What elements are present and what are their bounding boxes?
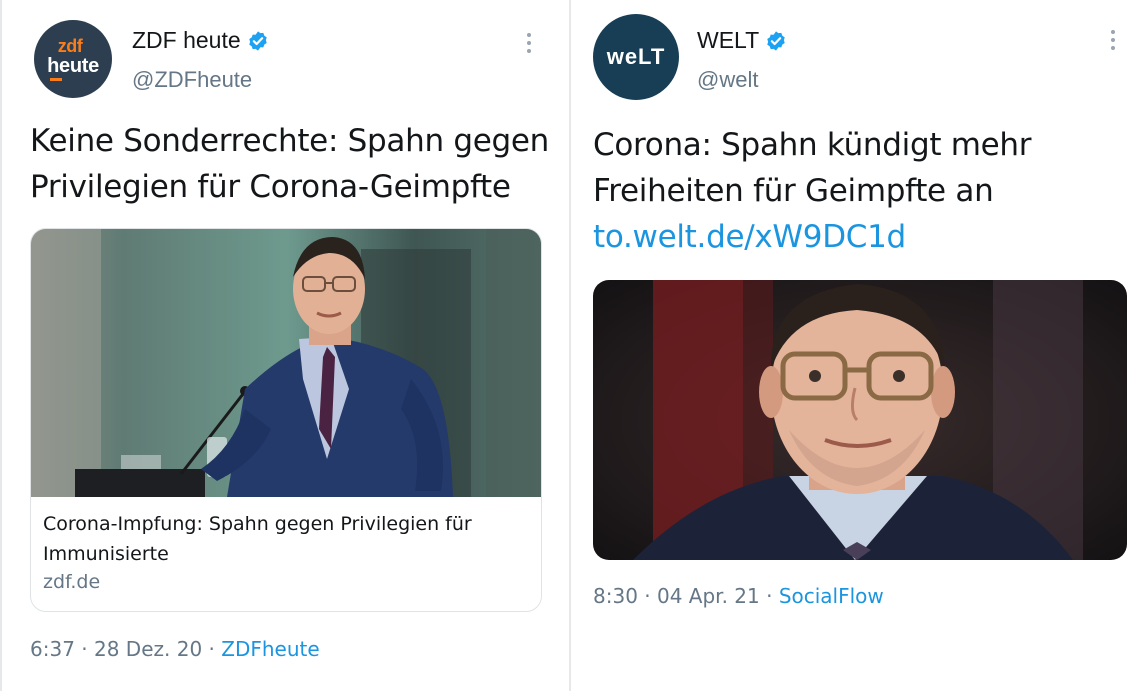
more-vertical-icon[interactable] xyxy=(526,33,532,53)
meta-separator: · xyxy=(81,637,88,661)
tweet-text: Corona: Spahn kündigt mehr Freiheiten fü… xyxy=(593,122,1133,260)
tweet-source[interactable]: ZDFheute xyxy=(221,637,319,661)
link-card[interactable]: Corona-Impfung: Spahn gegen Privilegien … xyxy=(30,228,542,612)
tweet-meta: 8:30 · 04 Apr. 21 · SocialFlow xyxy=(593,584,884,608)
avatar[interactable]: weLT xyxy=(593,14,679,100)
tweet-welt[interactable]: weLT WELT @welt Corona: Spahn kündigt me… xyxy=(575,0,1140,691)
meta-separator: · xyxy=(208,637,215,661)
author-name-row[interactable]: WELT xyxy=(697,27,787,54)
author-handle[interactable]: @ZDFheute xyxy=(132,67,252,93)
author-handle[interactable]: @welt xyxy=(697,67,758,93)
tweet-time[interactable]: 8:30 xyxy=(593,584,638,608)
tweet-date[interactable]: 28 Dez. 20 xyxy=(94,637,202,661)
tweet-date[interactable]: 04 Apr. 21 xyxy=(657,584,760,608)
author-name-row[interactable]: ZDF heute xyxy=(132,27,269,54)
tweet-link[interactable]: to.welt.de/xW9DC1d xyxy=(593,219,906,255)
card-image xyxy=(31,229,541,497)
tweet-time[interactable]: 6:37 xyxy=(30,637,75,661)
more-vertical-icon[interactable] xyxy=(1110,30,1116,50)
center-divider xyxy=(569,0,571,691)
tweet-meta: 6:37 · 28 Dez. 20 · ZDFheute xyxy=(30,637,320,661)
tweet-text: Keine Sonderrechte: Spahn gegen Privileg… xyxy=(30,123,549,205)
tweet-media-image[interactable] xyxy=(593,280,1127,560)
verified-badge-icon xyxy=(248,30,267,51)
meta-separator: · xyxy=(766,584,773,608)
avatar-logo-text: zdf xyxy=(57,36,83,56)
avatar-logo-text: weLT xyxy=(606,44,666,69)
left-edge-divider xyxy=(0,0,2,691)
card-domain: zdf.de xyxy=(43,571,101,593)
avatar[interactable]: zdf heute xyxy=(34,20,112,98)
author-name[interactable]: WELT xyxy=(697,27,759,54)
card-title[interactable]: Corona-Impfung: Spahn gegen Privilegien … xyxy=(43,509,523,569)
tweet-text-body: Corona: Spahn kündigt mehr Freiheiten fü… xyxy=(593,127,1032,209)
meta-separator: · xyxy=(644,584,651,608)
tweet-source[interactable]: SocialFlow xyxy=(779,584,884,608)
verified-badge-icon xyxy=(767,30,785,51)
tweet-zdf[interactable]: zdf heute ZDF heute @ZDFheute Keine Sond… xyxy=(10,0,566,691)
avatar-logo-text-2: heute xyxy=(47,55,99,77)
avatar-logo-underline xyxy=(50,78,62,81)
author-name[interactable]: ZDF heute xyxy=(132,27,241,54)
